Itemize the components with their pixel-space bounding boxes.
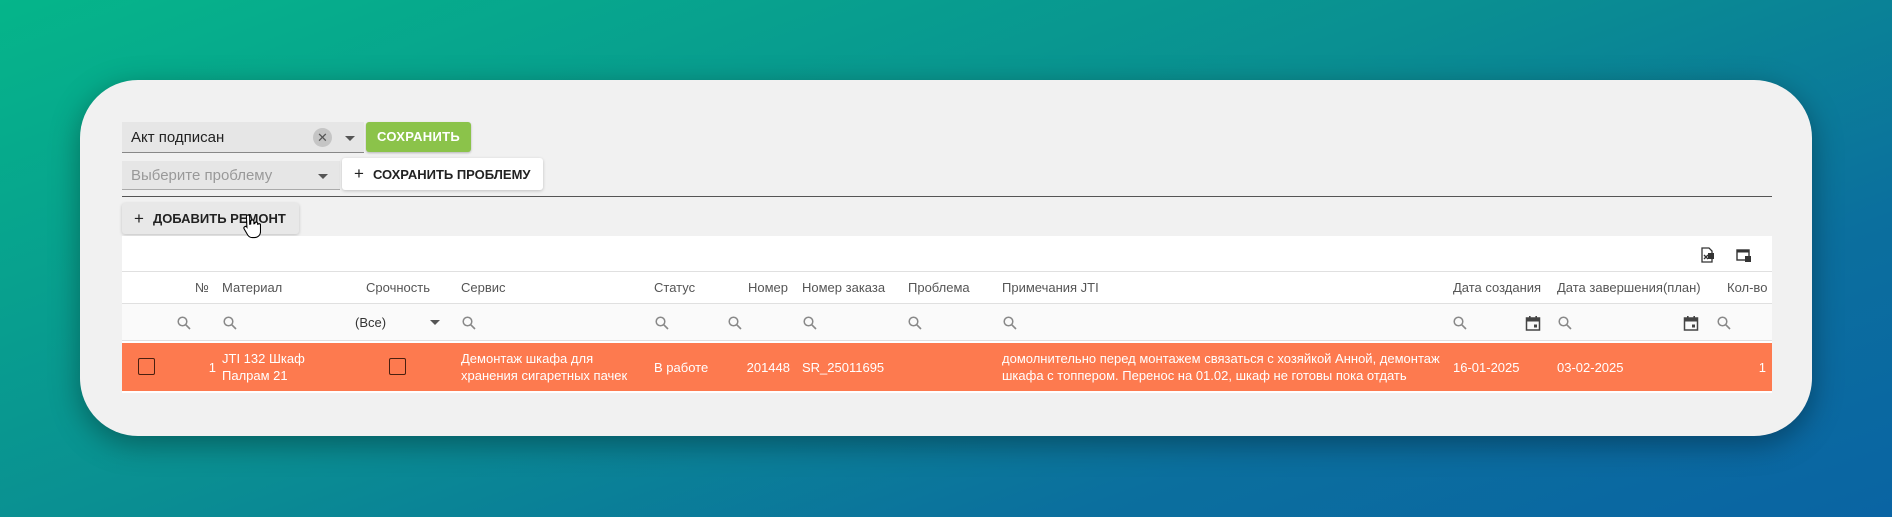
search-icon[interactable] xyxy=(803,316,817,330)
add-repair-button[interactable]: + ДОБАВИТЬ РЕМОНТ xyxy=(122,203,299,234)
row-service: Демонтаж шкафа для хранения сигаретных п… xyxy=(461,351,628,383)
grid-toolbar xyxy=(122,236,1772,272)
column-header-status[interactable]: Статус xyxy=(654,272,695,304)
urgency-checkbox[interactable] xyxy=(389,358,406,375)
save-button[interactable]: СОХРАНИТЬ xyxy=(366,122,471,152)
row-number: 201448 xyxy=(746,359,790,375)
row-num: 1 xyxy=(208,359,216,375)
row-material: JTI 132 Шкаф Палрам 21 xyxy=(222,351,305,383)
row-order-number: SR_25011695 xyxy=(802,359,885,375)
column-header-material[interactable]: Материал xyxy=(222,272,282,304)
chevron-down-icon[interactable] xyxy=(430,320,440,325)
column-chooser-icon[interactable] xyxy=(1736,247,1752,263)
divider xyxy=(122,196,1772,197)
grid-header: № Материал Срочность Сервис Статус Номер… xyxy=(122,272,1772,304)
column-header-order-number[interactable]: Номер заказа xyxy=(802,272,885,304)
status-select[interactable]: Акт подписан ✕ xyxy=(122,122,364,153)
problem-select-placeholder: Выберите проблему xyxy=(131,166,273,184)
search-icon[interactable] xyxy=(223,316,237,330)
column-header-problem[interactable]: Проблема xyxy=(908,272,970,304)
row-created: 16-01-2025 xyxy=(1453,359,1520,375)
search-icon[interactable] xyxy=(1558,316,1572,330)
column-header-created[interactable]: Дата создания xyxy=(1453,272,1541,304)
search-icon[interactable] xyxy=(177,316,191,330)
plus-icon: + xyxy=(354,164,364,183)
column-header-num[interactable]: № xyxy=(195,272,209,304)
save-problem-button[interactable]: + СОХРАНИТЬ ПРОБЛЕМУ xyxy=(342,158,543,190)
repairs-grid: № Материал Срочность Сервис Статус Номер… xyxy=(122,236,1772,393)
search-icon[interactable] xyxy=(462,316,476,330)
search-icon[interactable] xyxy=(655,316,669,330)
column-header-service[interactable]: Сервис xyxy=(461,272,506,304)
close-icon[interactable]: ✕ xyxy=(313,128,332,147)
column-header-urgency[interactable]: Срочность xyxy=(366,272,430,304)
calendar-icon[interactable] xyxy=(1525,315,1541,331)
row-notes: домолнительно перед монтажем связаться с… xyxy=(1002,351,1440,383)
column-header-number[interactable]: Номер xyxy=(748,272,788,304)
hand-cursor-icon xyxy=(243,214,261,239)
chevron-down-icon[interactable] xyxy=(318,174,328,179)
filter-row: (Все) xyxy=(122,304,1772,341)
chevron-down-icon[interactable] xyxy=(345,136,355,141)
search-icon[interactable] xyxy=(1717,316,1731,330)
row-select-checkbox[interactable] xyxy=(138,358,155,375)
search-icon[interactable] xyxy=(728,316,742,330)
add-repair-label: ДОБАВИТЬ РЕМОНТ xyxy=(152,211,286,226)
urgency-filter-select[interactable]: (Все) xyxy=(355,304,386,341)
status-select-value: Акт подписан xyxy=(131,128,225,146)
search-icon[interactable] xyxy=(908,316,922,330)
column-header-notes[interactable]: Примечания JTI xyxy=(1002,272,1099,304)
export-excel-icon[interactable] xyxy=(1699,247,1715,263)
plus-icon: + xyxy=(134,208,144,228)
column-header-finish-plan[interactable]: Дата завершения(план) xyxy=(1557,272,1701,304)
search-icon[interactable] xyxy=(1453,316,1467,330)
save-problem-label: СОХРАНИТЬ ПРОБЛЕМУ xyxy=(372,166,531,182)
table-row[interactable]: 1 JTI 132 Шкаф Палрам 21 Демонтаж шкафа … xyxy=(122,343,1772,391)
column-header-qty[interactable]: Кол-во xyxy=(1727,272,1767,304)
row-finish-plan: 03-02-2025 xyxy=(1557,359,1624,375)
search-icon[interactable] xyxy=(1003,316,1017,330)
row-qty: 1 xyxy=(1758,359,1766,375)
calendar-icon[interactable] xyxy=(1683,315,1699,331)
problem-select[interactable]: Выберите проблему xyxy=(122,161,340,190)
row-problem xyxy=(908,343,998,391)
row-status: В работе xyxy=(654,359,709,375)
